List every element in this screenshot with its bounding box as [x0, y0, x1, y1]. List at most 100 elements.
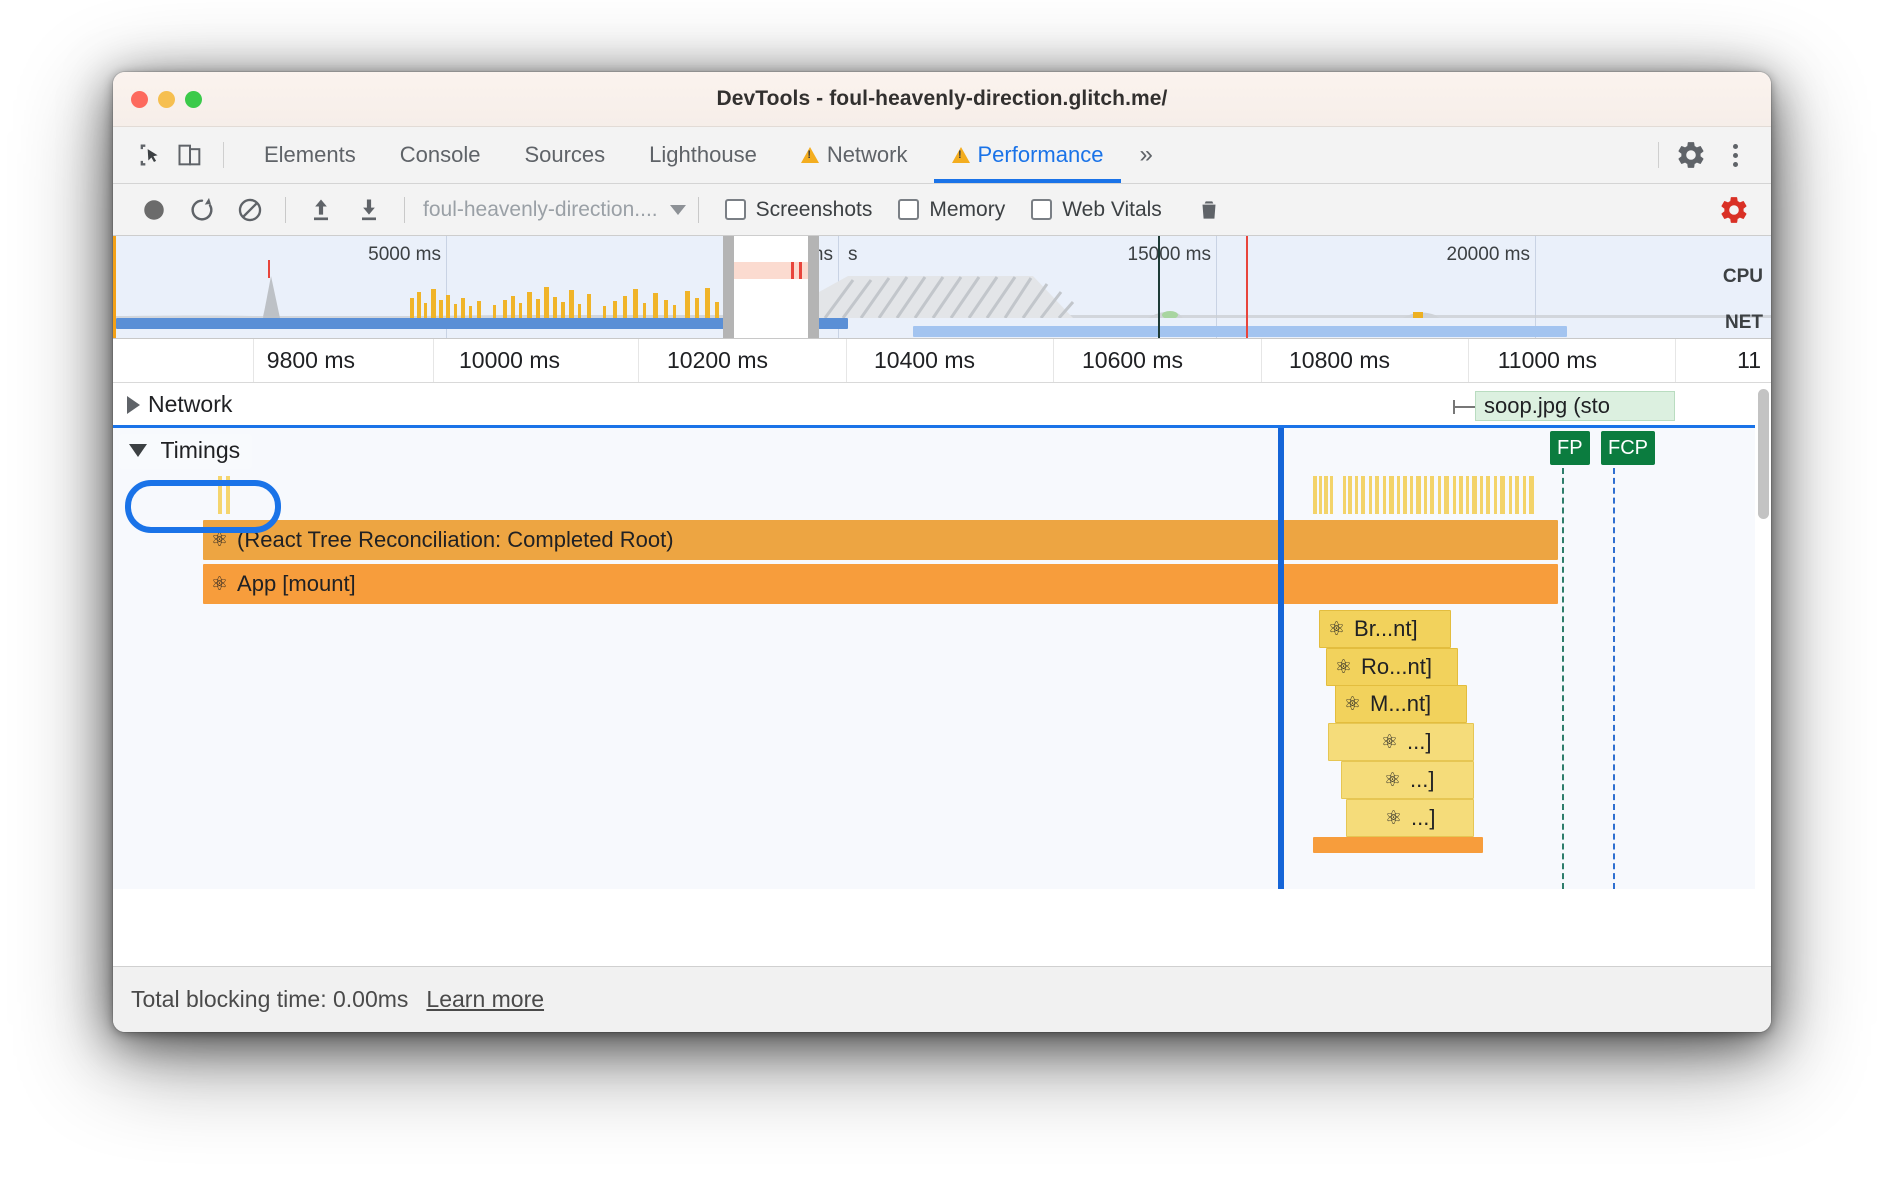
chevron-down-icon — [669, 204, 686, 215]
tab-network[interactable]: Network — [779, 127, 930, 183]
learn-more-link[interactable]: Learn more — [426, 986, 544, 1013]
tab-sources[interactable]: Sources — [502, 127, 627, 183]
devtools-tabs: Elements Console Sources Lighthouse Netw… — [242, 127, 1167, 183]
track-network-row: Network soop.jpg (sto — [113, 383, 1771, 425]
tabstrip-right-divider — [1658, 142, 1659, 168]
network-request-chip[interactable]: soop.jpg (sto — [1475, 391, 1675, 421]
maximize-window-button[interactable] — [185, 90, 202, 108]
track-header-network[interactable]: Network — [113, 391, 232, 418]
record-circle-icon[interactable] — [131, 190, 177, 230]
devtools-tabstrip: Elements Console Sources Lighthouse Netw… — [113, 127, 1771, 184]
flame-vertical-scrollbar[interactable] — [1755, 383, 1771, 889]
web-vitals-checkbox[interactable]: Web Vitals — [1031, 198, 1162, 222]
capture-settings-gear-icon[interactable] — [1711, 190, 1757, 230]
tab-elements[interactable]: Elements — [242, 127, 378, 183]
overview-selection-handle-right[interactable] — [808, 236, 819, 338]
capture-options: Screenshots Memory Web Vitals — [724, 197, 1162, 222]
tabstrip-right-actions — [1648, 127, 1771, 183]
flame-bar-nested-2[interactable]: ⚛ ...] — [1341, 761, 1474, 799]
flame-bar-nested-3[interactable]: ⚛ ...] — [1346, 799, 1474, 837]
marker-fp-badge[interactable]: FP — [1550, 431, 1590, 465]
flame-chart-area[interactable]: Network soop.jpg (sto Timings FP FCP ⚛ (… — [113, 383, 1771, 889]
gear-icon[interactable] — [1669, 133, 1713, 177]
screenshots-checkbox[interactable]: Screenshots — [724, 197, 873, 222]
timeline-playhead[interactable] — [1278, 428, 1284, 889]
recording-url-label: foul-heavenly-direction.... — [423, 197, 658, 221]
tabstrip-divider — [223, 142, 224, 168]
minimize-window-button[interactable] — [158, 90, 175, 108]
timing-tick-cluster — [1313, 476, 1534, 514]
marker-fp-label: FP — [1557, 436, 1583, 459]
ruler-divider — [846, 339, 847, 382]
tab-elements-label: Elements — [264, 142, 356, 167]
ruler-divider — [433, 339, 434, 382]
toolbar-right — [1711, 190, 1757, 230]
close-window-button[interactable] — [131, 90, 148, 108]
track-header-timings[interactable]: Timings — [119, 434, 253, 469]
tab-sources-label: Sources — [524, 142, 606, 167]
tab-performance[interactable]: Performance — [930, 127, 1126, 183]
tab-performance-label: Performance — [977, 142, 1104, 167]
warning-triangle-icon — [951, 147, 970, 163]
ruler-tick-label: 10400 ms — [873, 347, 975, 373]
ruler-tick-label: 10800 ms — [1288, 347, 1390, 373]
timeline-overview[interactable]: 5000 ms 10000 ms 15000 ms 20000 ms — [113, 236, 1771, 339]
flame-bar-app-mount[interactable]: ⚛ App [mount] — [203, 564, 1558, 604]
timing-tick — [218, 476, 222, 514]
device-toolbar-icon[interactable] — [173, 138, 207, 172]
chevron-right-icon — [127, 395, 140, 414]
more-tabs-button[interactable]: » — [1125, 127, 1166, 183]
overview-cpu-chart — [113, 276, 1771, 318]
track-timings-row: Timings FP FCP ⚛ (React Tree Reconciliat… — [113, 425, 1771, 889]
react-atom-icon: ⚛ — [211, 573, 229, 595]
devtools-window: DevTools - foul-heavenly-direction.glitc… — [113, 72, 1771, 1032]
overview-net-band — [913, 326, 1567, 337]
ruler-divider — [1261, 339, 1262, 382]
save-profile-icon[interactable] — [346, 190, 392, 230]
flame-bar-ro-mount[interactable]: ⚛ Ro...nt] — [1326, 648, 1458, 686]
track-network-label: Network — [148, 391, 233, 417]
react-atom-icon: ⚛ — [1344, 693, 1362, 715]
flame-bar-label: Ro...nt] — [1361, 654, 1432, 679]
flame-bar-label: (React Tree Reconciliation: Completed Ro… — [237, 527, 674, 552]
flame-bar-m-mount[interactable]: ⚛ M...nt] — [1335, 685, 1467, 723]
reload-and-record-icon[interactable] — [179, 190, 225, 230]
marker-fcp-badge[interactable]: FCP — [1601, 431, 1655, 465]
flame-bar-label: ...] — [1411, 805, 1436, 830]
flame-bar-react-tree-reconciliation[interactable]: ⚛ (React Tree Reconciliation: Completed … — [203, 520, 1558, 560]
window-title: DevTools - foul-heavenly-direction.glitc… — [716, 87, 1168, 110]
memory-checkbox[interactable]: Memory — [898, 198, 1005, 222]
flame-bar-partial[interactable] — [1313, 837, 1483, 853]
ruler-divider — [1468, 339, 1469, 382]
overview-lcp-marker — [1246, 236, 1248, 338]
react-atom-icon: ⚛ — [1385, 807, 1403, 829]
screenshots-label: Screenshots — [755, 197, 873, 221]
memory-label: Memory — [929, 197, 1006, 221]
react-atom-icon: ⚛ — [1335, 656, 1353, 678]
tab-lighthouse-label: Lighthouse — [649, 142, 757, 167]
tab-lighthouse[interactable]: Lighthouse — [627, 127, 779, 183]
marker-fp-line — [1562, 468, 1564, 889]
flame-bar-label: ...] — [1410, 767, 1435, 792]
scrollbar-thumb[interactable] — [1758, 389, 1769, 519]
overview-selection-window[interactable] — [734, 236, 808, 338]
ruler-divider — [1675, 339, 1676, 382]
clear-recording-icon[interactable] — [227, 190, 273, 230]
inspect-element-icon[interactable] — [133, 138, 167, 172]
overview-net-label: NET — [1725, 312, 1763, 333]
tab-console[interactable]: Console — [378, 127, 503, 183]
checkbox-box — [1031, 199, 1053, 220]
recording-url-select[interactable]: foul-heavenly-direction.... — [423, 198, 686, 222]
load-profile-icon[interactable] — [298, 190, 344, 230]
flame-bar-br-mount[interactable]: ⚛ Br...nt] — [1319, 610, 1451, 648]
overview-tick-label: 5000 ms — [368, 244, 441, 265]
overview-selection-handle-left[interactable] — [723, 236, 734, 338]
flame-bar-nested-1[interactable]: ⚛ ...] — [1328, 723, 1474, 761]
flame-bar-label: M...nt] — [1370, 691, 1432, 716]
delete-icon[interactable] — [1186, 190, 1232, 230]
chevron-down-icon — [129, 444, 147, 457]
ruler-tick-label: 10200 ms — [666, 347, 768, 373]
toolbar-divider — [285, 196, 286, 223]
overview-fcp-marker — [1158, 236, 1160, 338]
kebab-menu-icon[interactable] — [1713, 133, 1757, 177]
